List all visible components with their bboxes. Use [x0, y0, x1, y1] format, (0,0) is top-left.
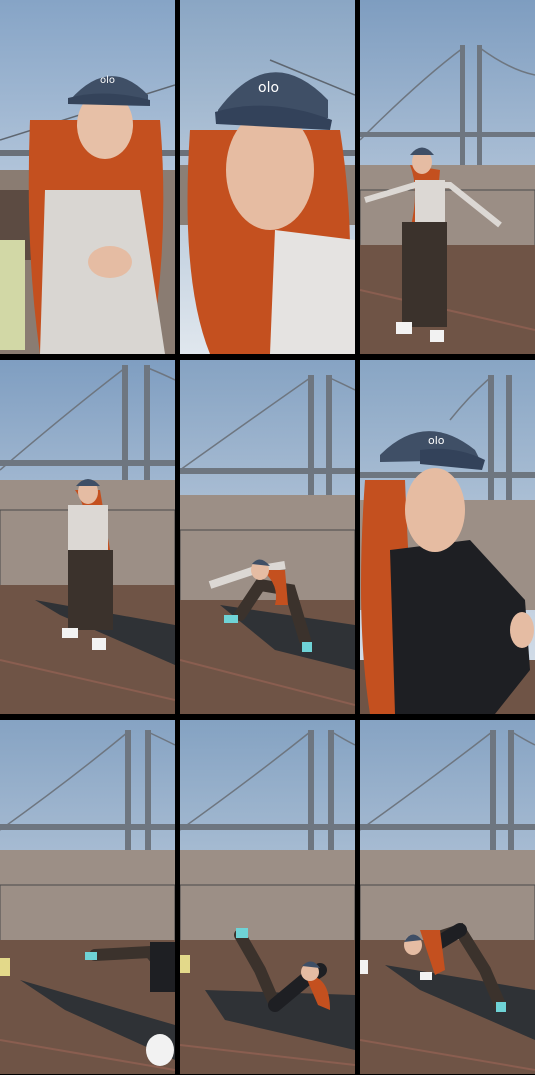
cap-logo: olo	[258, 80, 279, 96]
photo-1-image: olo	[0, 0, 175, 354]
photo-frame-1: olo	[0, 0, 175, 354]
photo-frame-6: olo	[360, 360, 535, 714]
photo-frame-8	[180, 720, 355, 1074]
photo-4-image	[0, 360, 175, 714]
photo-2-image: olo	[180, 0, 355, 354]
photo-9-image	[360, 720, 535, 1074]
photo-5-image	[180, 360, 355, 714]
photo-3-image	[360, 0, 535, 354]
photo-frame-5	[180, 360, 355, 714]
photo-frame-3	[360, 0, 535, 354]
photo-frame-9	[360, 720, 535, 1074]
photo-collage: olo olo olo	[0, 0, 535, 1075]
photo-frame-2: olo	[180, 0, 355, 354]
photo-frame-7	[0, 720, 175, 1074]
photo-frame-4	[0, 360, 175, 714]
cap-logo: olo	[100, 75, 115, 86]
photo-6-image: olo	[360, 360, 535, 714]
cap-logo: olo	[428, 434, 445, 447]
photo-8-image	[180, 720, 355, 1074]
photo-7-image	[0, 720, 175, 1074]
